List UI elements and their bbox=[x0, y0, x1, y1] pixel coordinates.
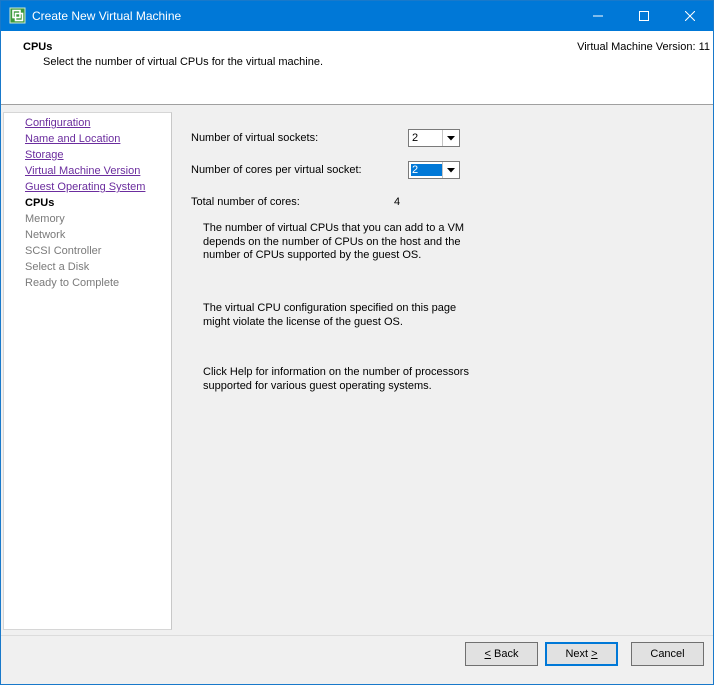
page-subtitle: Select the number of virtual CPUs for th… bbox=[43, 56, 324, 68]
step-memory: Memory bbox=[25, 213, 65, 225]
close-button[interactable] bbox=[667, 1, 713, 31]
window-title: Create New Virtual Machine bbox=[32, 9, 182, 23]
step-ready-to-complete: Ready to Complete bbox=[25, 277, 120, 289]
page-title: CPUs bbox=[23, 41, 53, 53]
step-select-a-disk: Select a Disk bbox=[25, 261, 90, 273]
wizard-window: Create New Virtual Machine CPUs Select t… bbox=[0, 0, 714, 685]
cancel-label: Cancel bbox=[650, 648, 685, 660]
vsphere-client-icon bbox=[9, 7, 26, 24]
footer-divider bbox=[1, 635, 713, 636]
minimize-icon bbox=[593, 15, 603, 17]
maximize-button[interactable] bbox=[621, 1, 667, 31]
step-storage[interactable]: Storage bbox=[25, 148, 171, 164]
total-cores-label: Total number of cores: bbox=[191, 196, 300, 208]
sockets-dropdown[interactable]: 2 bbox=[408, 129, 460, 147]
back-label: Back bbox=[490, 648, 519, 660]
maximize-icon bbox=[639, 11, 649, 21]
info-host-cpus-text: The number of virtual CPUs that you can … bbox=[203, 222, 465, 261]
minimize-button[interactable] bbox=[575, 1, 621, 31]
title-bar[interactable]: Create New Virtual Machine bbox=[1, 1, 713, 31]
step-name-and-location[interactable]: Name and Location bbox=[25, 132, 171, 148]
cpu-settings-panel: Number of virtual sockets: 2 Number of c… bbox=[173, 112, 711, 628]
back-button[interactable]: < Back bbox=[465, 642, 538, 666]
wizard-header: CPUs Select the number of virtual CPUs f… bbox=[1, 31, 713, 105]
next-mnemonic: > bbox=[591, 648, 598, 660]
next-button[interactable]: Next > bbox=[545, 642, 618, 666]
step-cpus: CPUs bbox=[25, 197, 55, 209]
cancel-button[interactable]: Cancel bbox=[631, 642, 704, 666]
cores-per-socket-label: Number of cores per virtual socket: bbox=[191, 164, 362, 176]
vm-version-label: Virtual Machine Version: 11 bbox=[577, 41, 710, 53]
step-configuration[interactable]: Configuration bbox=[25, 116, 171, 132]
cores-per-socket-dropdown[interactable]: 2 bbox=[408, 161, 460, 179]
step-network: Network bbox=[25, 229, 66, 241]
chevron-down-icon[interactable] bbox=[442, 162, 459, 178]
chevron-down-icon[interactable] bbox=[442, 130, 459, 146]
info-license-text: The virtual CPU configuration specified … bbox=[203, 302, 457, 328]
cores-per-socket-value: 2 bbox=[411, 164, 443, 176]
wizard-steps-nav: Configuration Name and Location Storage … bbox=[3, 112, 172, 630]
step-virtual-machine-version[interactable]: Virtual Machine Version bbox=[25, 164, 171, 180]
close-icon bbox=[685, 11, 695, 21]
step-guest-operating-system[interactable]: Guest Operating System bbox=[25, 180, 171, 196]
info-help-text: Click Help for information on the number… bbox=[203, 366, 469, 392]
total-cores-value: 4 bbox=[394, 196, 401, 208]
sockets-value: 2 bbox=[412, 132, 419, 144]
step-scsi-controller: SCSI Controller bbox=[25, 245, 102, 257]
next-label: Next bbox=[565, 648, 592, 660]
sockets-label: Number of virtual sockets: bbox=[191, 132, 319, 144]
